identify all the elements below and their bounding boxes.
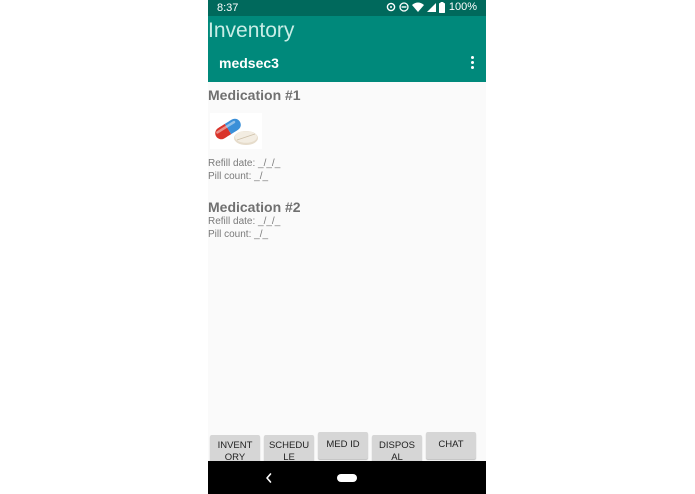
app-title: Inventory: [208, 19, 295, 42]
status-bar: 8:37 100%: [208, 0, 486, 16]
medication-1-pill-count: Pill count: _/_: [208, 171, 269, 182]
med-id-button[interactable]: MED ID: [318, 432, 368, 459]
inventory-button[interactable]: INVENT ORY: [210, 435, 260, 462]
disposal-button[interactable]: DISPOS AL: [372, 435, 422, 462]
status-icons: 100%: [386, 1, 477, 13]
overflow-menu-icon[interactable]: [466, 54, 478, 72]
home-icon[interactable]: [337, 474, 357, 482]
app-bar: Inventory medsec3: [208, 16, 486, 82]
medication-1-refill-date: Refill date: _/_/_: [208, 158, 281, 169]
medication-2-pill-count: Pill count: _/_: [208, 229, 269, 240]
system-navigation-bar: [208, 461, 486, 494]
battery-icon: [438, 1, 445, 13]
battery-percent: 100%: [448, 1, 477, 13]
medication-1-title: Medication #1: [208, 87, 301, 103]
phone-screen: 8:37 100% Inventory medsec3 Medication #…: [208, 0, 486, 494]
status-time: 8:37: [217, 2, 239, 14]
signal-icon: [426, 3, 436, 12]
back-icon[interactable]: [263, 471, 275, 485]
medication-2-refill-date: Refill date: _/_/_: [208, 216, 281, 227]
data-saver-icon: [386, 2, 396, 12]
bottom-button-bar: INVENT ORY SCHEDU LE MED ID DISPOS AL CH…: [208, 430, 486, 462]
pills-image: [210, 113, 262, 149]
medication-2-title: Medication #2: [208, 199, 301, 215]
schedule-button[interactable]: SCHEDU LE: [264, 435, 314, 462]
do-not-disturb-icon: [399, 2, 409, 12]
wifi-icon: [411, 2, 424, 12]
app-subtitle: medsec3: [219, 55, 279, 71]
chat-button[interactable]: CHAT: [426, 432, 476, 459]
